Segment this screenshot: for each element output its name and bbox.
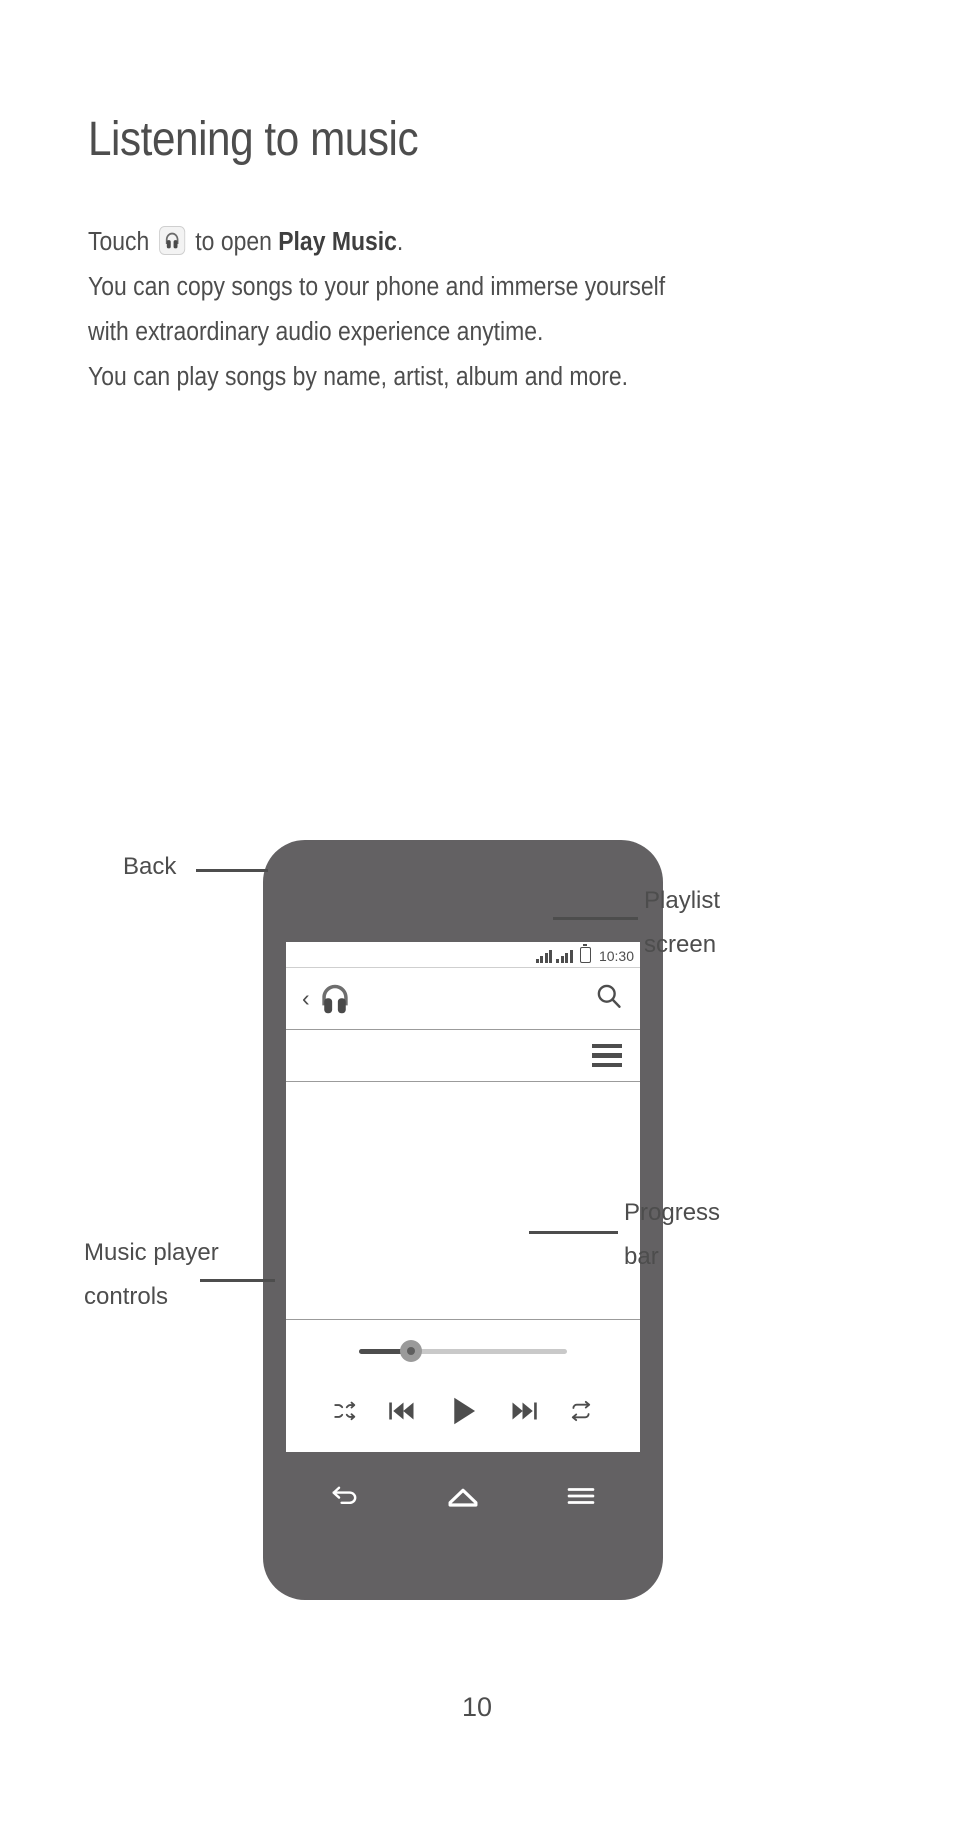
playlist-hamburger-icon[interactable] bbox=[592, 1043, 622, 1068]
paragraph-line-4: You can play songs by name, artist, albu… bbox=[88, 363, 629, 391]
paragraph-line-2: You can copy songs to your phone and imm… bbox=[88, 273, 666, 301]
signal-bars-icon-2 bbox=[556, 949, 573, 963]
callout-progress-line2: bar bbox=[624, 1243, 659, 1270]
repeat-icon[interactable] bbox=[568, 1398, 594, 1429]
progress-bar-row bbox=[286, 1320, 640, 1382]
previous-track-icon[interactable] bbox=[386, 1396, 416, 1431]
callout-playlist-line1: Playlist bbox=[644, 887, 721, 914]
callout-controls-line1: Music player bbox=[84, 1239, 219, 1266]
action-bar: ‹ bbox=[286, 968, 640, 1030]
music-player-controls bbox=[286, 1382, 640, 1444]
playlist-bar bbox=[286, 1030, 640, 1082]
paragraph-line-1-post: . bbox=[396, 228, 404, 256]
status-clock: 10:30 bbox=[598, 947, 634, 964]
nav-menu-icon[interactable] bbox=[564, 1479, 598, 1518]
shuffle-icon[interactable] bbox=[332, 1398, 358, 1429]
paragraph-line-1-bold: Play Music bbox=[278, 228, 397, 256]
callout-controls-line2: controls bbox=[84, 1283, 169, 1310]
progress-thumb[interactable] bbox=[400, 1340, 422, 1362]
leader-playlist bbox=[553, 917, 638, 920]
search-icon[interactable] bbox=[594, 981, 624, 1016]
paragraph-line-1-mid: to open bbox=[188, 228, 279, 256]
leader-back bbox=[196, 869, 268, 872]
nav-back-icon[interactable] bbox=[328, 1479, 362, 1518]
callout-playlist: Playlist screen bbox=[644, 879, 720, 967]
song-list-area[interactable] bbox=[286, 1082, 640, 1320]
callout-playlist-line2: screen bbox=[644, 931, 717, 958]
callout-back: Back bbox=[123, 845, 176, 889]
signal-bars-icon bbox=[535, 949, 553, 963]
paragraph-line-3: with extraordinary audio experience anyt… bbox=[88, 318, 544, 346]
next-track-icon[interactable] bbox=[510, 1396, 540, 1431]
body-copy: Touch to open Play Music. You can copy s… bbox=[88, 220, 878, 400]
status-bar: 10:30 bbox=[286, 942, 640, 968]
progress-bar[interactable] bbox=[359, 1340, 567, 1362]
paragraph-line-1-pre: Touch bbox=[88, 228, 156, 256]
paragraph-line-1: Touch to open Play Music. bbox=[88, 220, 799, 265]
callout-controls: Music player controls bbox=[84, 1231, 219, 1319]
callout-progress: Progress bar bbox=[624, 1191, 720, 1279]
play-icon[interactable] bbox=[444, 1392, 482, 1435]
headphones-icon bbox=[159, 226, 186, 255]
page-title: Listening to music bbox=[88, 113, 419, 166]
phone-illustration: 10:30 ‹ bbox=[263, 840, 663, 1600]
nav-home-icon[interactable] bbox=[445, 1478, 481, 1519]
leader-progress bbox=[529, 1231, 618, 1234]
status-icons: 10:30 bbox=[535, 944, 634, 964]
back-chevron-icon[interactable]: ‹ bbox=[302, 987, 310, 1010]
callout-back-label: Back bbox=[123, 853, 177, 880]
page-number: 10 bbox=[461, 1692, 493, 1722]
android-nav-bar bbox=[286, 1452, 640, 1544]
leader-controls bbox=[200, 1279, 275, 1282]
phone-screen: 10:30 ‹ bbox=[286, 942, 640, 1452]
battery-icon bbox=[579, 944, 591, 963]
headphones-app-icon[interactable] bbox=[316, 980, 354, 1018]
callout-progress-line1: Progress bbox=[624, 1199, 721, 1226]
